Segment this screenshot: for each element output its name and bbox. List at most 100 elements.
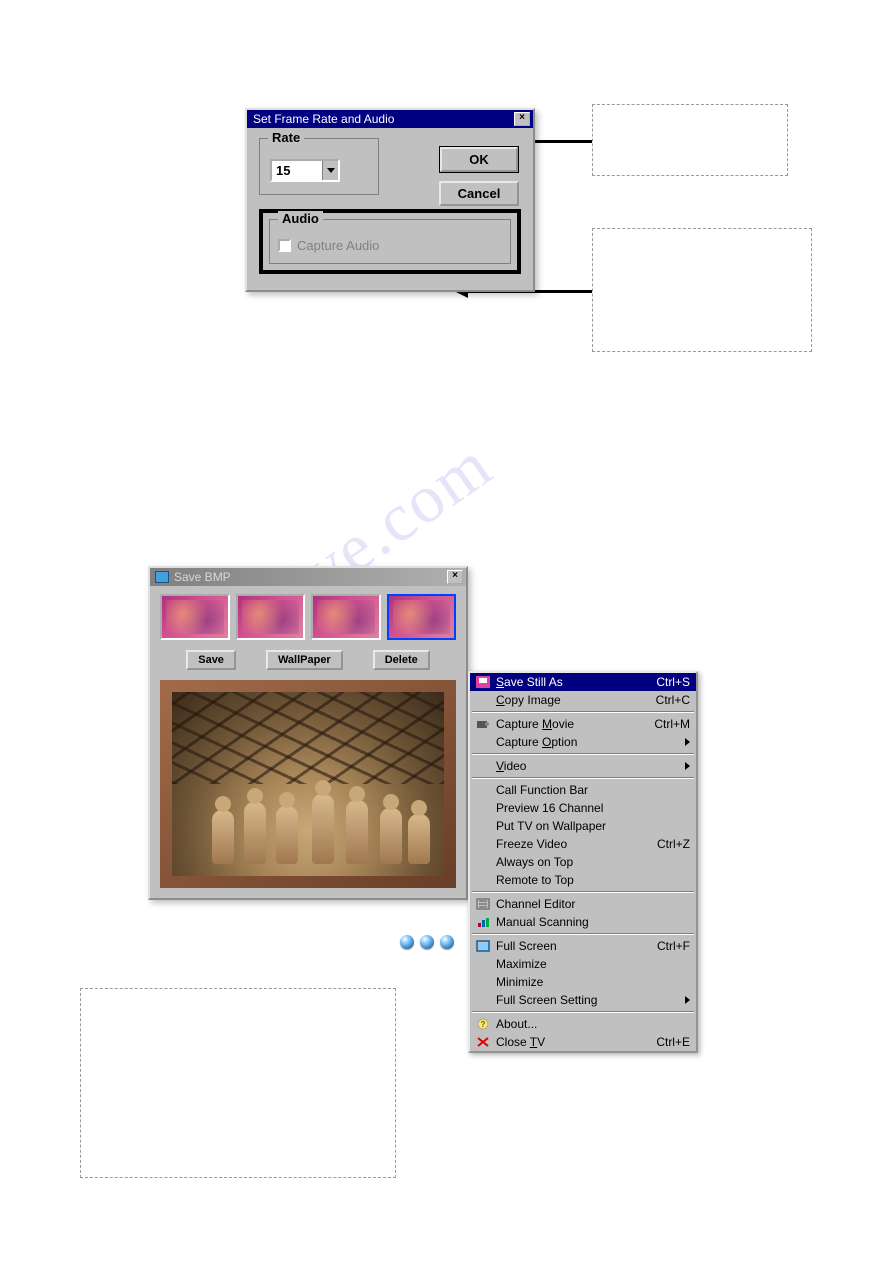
audio-legend: Audio <box>278 211 323 226</box>
camera-icon <box>474 717 492 731</box>
menu-item[interactable]: Call Function Bar <box>470 781 696 799</box>
menu-item[interactable]: Close TV Ctrl+E <box>470 1033 696 1051</box>
menu-item-label: Manual Scanning <box>496 915 690 929</box>
help-icon: ? <box>474 1017 492 1031</box>
savebmp-title: Save BMP <box>174 570 442 584</box>
blank-icon <box>474 693 492 707</box>
svg-text:?: ? <box>481 1020 486 1029</box>
ok-button[interactable]: OK <box>439 146 519 173</box>
preview-image <box>172 692 444 876</box>
menu-item-label: Close TV <box>496 1035 646 1049</box>
menu-item[interactable]: Minimize <box>470 973 696 991</box>
menu-item[interactable]: ? About... <box>470 1015 696 1033</box>
rate-groupbox: Rate 15 <box>259 138 379 195</box>
cancel-button[interactable]: Cancel <box>439 181 519 206</box>
menu-item[interactable]: Save Still AsCtrl+S <box>470 673 696 691</box>
thumbnail-2[interactable] <box>236 594 306 640</box>
menu-separator <box>472 711 694 713</box>
menu-item-label: Capture Option <box>496 735 680 749</box>
menu-item[interactable]: Remote to Top <box>470 871 696 889</box>
thumbnail-strip <box>150 586 466 646</box>
thumbnail-4-selected[interactable] <box>387 594 457 640</box>
callout-box-2 <box>592 228 812 352</box>
menu-item[interactable]: Full Screen Setting <box>470 991 696 1009</box>
menu-item[interactable]: Always on Top <box>470 853 696 871</box>
close-icon[interactable]: × <box>514 112 530 126</box>
menu-item-label: About... <box>496 1017 690 1031</box>
rate-combobox[interactable]: 15 <box>270 159 340 182</box>
rate-value: 15 <box>272 161 322 180</box>
thumbnail-3[interactable] <box>311 594 381 640</box>
menu-item[interactable]: Freeze Video Ctrl+Z <box>470 835 696 853</box>
blank-icon <box>474 837 492 851</box>
menu-separator <box>472 891 694 893</box>
audio-groupbox: Audio Capture Audio <box>269 219 511 264</box>
menu-item-accelerator: Ctrl+E <box>656 1035 690 1049</box>
thumbnail-1[interactable] <box>160 594 230 640</box>
menu-item-label: Preview 16 Channel <box>496 801 690 815</box>
wallpaper-button[interactable]: WallPaper <box>266 650 343 670</box>
save-button[interactable]: Save <box>186 650 236 670</box>
menu-item[interactable]: Put TV on Wallpaper <box>470 817 696 835</box>
orb-icon-2[interactable] <box>420 935 434 949</box>
blank-icon <box>474 975 492 989</box>
close-icon[interactable]: × <box>447 570 463 584</box>
menu-item-accelerator: Ctrl+C <box>656 693 690 707</box>
menu-item[interactable]: Copy Image Ctrl+C <box>470 691 696 709</box>
menu-item[interactable]: Manual Scanning <box>470 913 696 931</box>
menu-item-label: Copy Image <box>496 693 646 707</box>
list-icon <box>474 897 492 911</box>
menu-item-label: Freeze Video <box>496 837 647 851</box>
menu-item[interactable]: Full Screen Ctrl+F <box>470 937 696 955</box>
savebmp-titlebar[interactable]: Save BMP × <box>150 568 466 586</box>
frame-rate-dialog: Set Frame Rate and Audio × Rate 15 OK Ca… <box>245 108 535 292</box>
delete-button[interactable]: Delete <box>373 650 430 670</box>
orb-row <box>400 935 454 949</box>
menu-separator <box>472 1011 694 1013</box>
blank-icon <box>474 993 492 1007</box>
close-red-icon <box>474 1035 492 1049</box>
blank-icon <box>474 873 492 887</box>
menu-item-accelerator: Ctrl+F <box>657 939 690 953</box>
blank-icon <box>474 735 492 749</box>
menu-item-label: Full Screen Setting <box>496 993 680 1007</box>
menu-item[interactable]: Capture Option <box>470 733 696 751</box>
blank-icon <box>474 801 492 815</box>
fullscreen-icon <box>474 939 492 953</box>
menu-item-label: Maximize <box>496 957 690 971</box>
blank-icon <box>474 855 492 869</box>
submenu-arrow-icon <box>680 738 690 746</box>
menu-item-label: Video <box>496 759 680 773</box>
tv-icon <box>155 571 169 583</box>
callout-box-1 <box>592 104 788 176</box>
chevron-down-icon[interactable] <box>322 161 338 180</box>
menu-item[interactable]: Channel Editor <box>470 895 696 913</box>
orb-icon-1[interactable] <box>400 935 414 949</box>
scan-icon <box>474 915 492 929</box>
audio-highlight-box: Audio Capture Audio <box>259 209 521 274</box>
dialog-titlebar[interactable]: Set Frame Rate and Audio × <box>247 110 533 128</box>
menu-item-label: Capture Movie <box>496 717 644 731</box>
menu-item[interactable]: Preview 16 Channel <box>470 799 696 817</box>
orb-icon-3[interactable] <box>440 935 454 949</box>
submenu-arrow-icon <box>680 996 690 1004</box>
rate-legend: Rate <box>268 130 304 145</box>
menu-separator <box>472 777 694 779</box>
menu-item-label: Full Screen <box>496 939 647 953</box>
menu-item-label: Call Function Bar <box>496 783 690 797</box>
dialog-title: Set Frame Rate and Audio <box>253 112 394 126</box>
menu-item-label: Minimize <box>496 975 690 989</box>
save-bmp-window: Save BMP × Save WallPaper Delete <box>148 566 468 900</box>
menu-item-accelerator: Ctrl+Z <box>657 837 690 851</box>
blank-icon <box>474 759 492 773</box>
capture-audio-checkbox[interactable] <box>278 239 291 252</box>
context-menu: Save Still AsCtrl+S Copy Image Ctrl+C Captu… <box>468 671 698 1053</box>
menu-separator <box>472 753 694 755</box>
blank-icon <box>474 957 492 971</box>
blank-icon <box>474 819 492 833</box>
callout-box-3 <box>80 988 396 1178</box>
capture-audio-label: Capture Audio <box>297 238 379 253</box>
menu-item[interactable]: Capture MovieCtrl+M <box>470 715 696 733</box>
menu-item[interactable]: Video <box>470 757 696 775</box>
menu-item[interactable]: Maximize <box>470 955 696 973</box>
